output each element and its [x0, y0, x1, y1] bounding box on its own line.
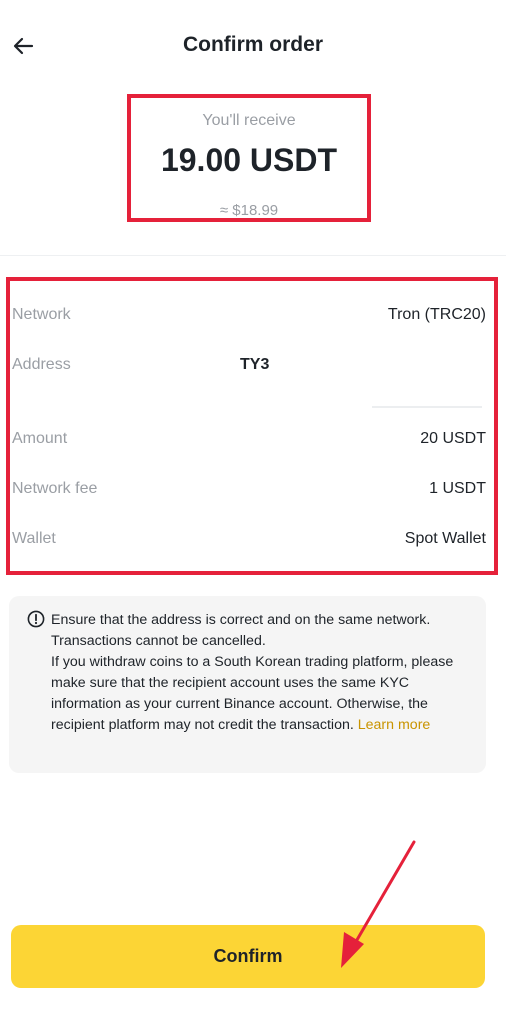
- divider: [0, 255, 506, 256]
- amount-value: 20 USDT: [420, 430, 486, 447]
- detail-row-amount: Amount 20 USDT: [10, 426, 494, 456]
- detail-row-wallet: Wallet Spot Wallet: [10, 526, 494, 556]
- notice-text: Ensure that the address is correct and o…: [51, 610, 479, 736]
- receive-amount: 19.00 USDT: [160, 142, 338, 178]
- confirm-button[interactable]: Confirm: [11, 925, 485, 988]
- detail-row-network: Network Tron (TRC20): [10, 302, 494, 332]
- address-label: Address: [12, 356, 71, 373]
- wallet-label: Wallet: [12, 530, 56, 547]
- receive-summary: You'll receive 19.00 USDT ≈ $18.99: [127, 94, 371, 222]
- address-value: TY3: [240, 356, 270, 373]
- notice-line-korea: If you withdraw coins to a South Korean …: [51, 652, 479, 736]
- amount-label: Amount: [12, 430, 68, 447]
- network-label: Network: [12, 306, 71, 323]
- order-details: Network Tron (TRC20) Address TY3 Amount …: [6, 277, 498, 575]
- page-title: Confirm order: [182, 33, 323, 56]
- header-bar: Confirm order: [0, 0, 506, 92]
- learn-more-link[interactable]: Learn more: [358, 717, 431, 733]
- address-second-line: [372, 406, 482, 408]
- info-circle-icon: [27, 610, 45, 628]
- wallet-value: Spot Wallet: [404, 530, 486, 547]
- receive-label: You'll receive: [202, 112, 296, 129]
- detail-row-fee: Network fee 1 USDT: [10, 476, 494, 506]
- warning-notice: Ensure that the address is correct and o…: [9, 596, 486, 773]
- network-value: Tron (TRC20): [387, 306, 486, 323]
- network-fee-value: 1 USDT: [429, 480, 486, 497]
- notice-line-network: Ensure that the address is correct and o…: [51, 612, 431, 649]
- receive-approx-value: ≈ $18.99: [219, 202, 279, 219]
- network-fee-label: Network fee: [12, 480, 98, 497]
- detail-row-address: Address TY3: [10, 352, 494, 412]
